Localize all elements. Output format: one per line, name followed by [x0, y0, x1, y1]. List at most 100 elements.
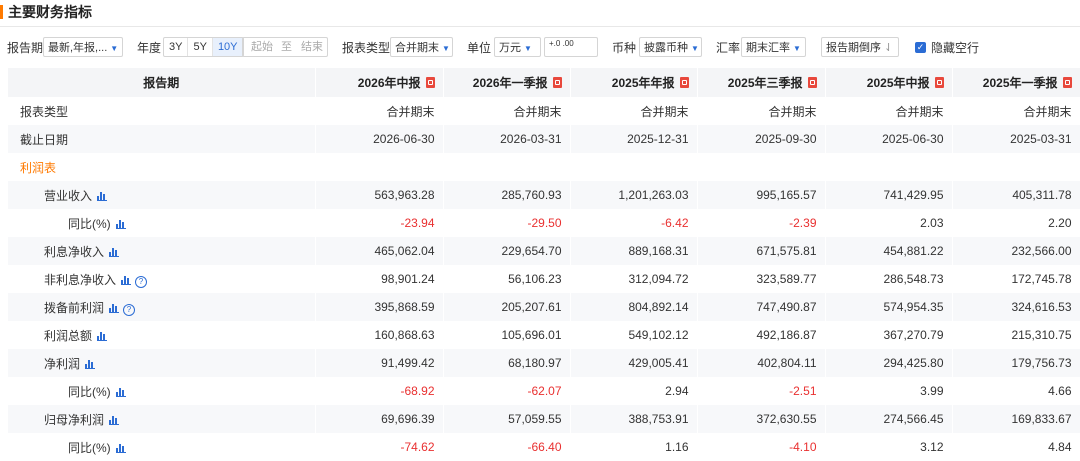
pdf-icon[interactable]: [679, 77, 689, 88]
table-cell: -2.51: [697, 377, 826, 405]
row-label: 净利润: [44, 356, 81, 371]
table-cell: 323,589.77: [697, 265, 826, 293]
table-cell: 372,630.55: [697, 405, 826, 433]
table-cell: 215,310.75: [952, 321, 1080, 349]
bar-chart-icon[interactable]: [97, 191, 108, 201]
table-cell: 4.84: [952, 433, 1080, 461]
caret-down-icon: ▼: [442, 44, 450, 53]
table-cell: 367,270.79: [825, 321, 953, 349]
bar-chart-icon[interactable]: [115, 387, 126, 397]
currency-select[interactable]: 披露币种 ▼: [639, 37, 702, 57]
caret-down-icon: ▼: [793, 44, 801, 53]
year-option-5y[interactable]: 5Y: [188, 38, 213, 56]
table-cell: 454,881.22: [825, 237, 953, 265]
pdf-icon[interactable]: [425, 77, 435, 88]
table-row: 拨备前利润? 395,868.59 205,207.61 804,892.14 747,…: [8, 293, 1080, 321]
row-label-cell: 归母净利润: [8, 405, 316, 433]
table-cell: 274,566.45: [825, 405, 953, 433]
column-label: 2025年中报: [866, 76, 930, 90]
table-cell: [570, 153, 698, 181]
table-cell: [825, 153, 953, 181]
table-cell: 312,094.72: [570, 265, 698, 293]
table-cell: -6.42: [570, 209, 698, 237]
bar-chart-icon[interactable]: [115, 219, 126, 229]
table-cell: 492,186.87: [697, 321, 826, 349]
table-cell: 3.12: [825, 433, 953, 461]
table-cell: 549,102.12: [570, 321, 698, 349]
row-label: 截止日期: [20, 132, 69, 147]
table-cell: -29.50: [443, 209, 571, 237]
year-range-input[interactable]: 起始 至 结束: [242, 37, 328, 57]
pdf-icon[interactable]: [1062, 77, 1072, 88]
table-cell: 2025-12-31: [570, 125, 698, 153]
bar-chart-icon[interactable]: [97, 331, 108, 341]
sort-button[interactable]: 报告期倒序 ⇃: [821, 37, 899, 57]
table-row: 同比(%) -74.62 -66.40 1.16 -4.10 3.12 4.84: [8, 433, 1080, 461]
unit-value: 万元: [499, 42, 521, 54]
report-type-select[interactable]: 合并期末 ▼: [390, 37, 453, 57]
table-row: 报表类型 合并期末 合并期末 合并期末 合并期末 合并期末 合并期末: [8, 97, 1080, 125]
row-label: 拨备前利润: [44, 300, 105, 315]
table-cell: 388,753.91: [570, 405, 698, 433]
decimal-adjust-button[interactable]: +.0 .00: [544, 37, 598, 57]
row-label: 报表类型: [20, 104, 69, 119]
year-segment: 3Y 5Y 10Y: [163, 37, 244, 57]
table-cell: 合并期末: [443, 97, 571, 125]
table-cell: 合并期末: [825, 97, 953, 125]
help-icon[interactable]: ?: [123, 303, 136, 316]
currency-value: 披露币种: [644, 42, 688, 54]
row-label: 利润总额: [44, 328, 93, 343]
bar-chart-icon[interactable]: [109, 303, 120, 313]
report-period-select[interactable]: 最新,年报,... ▼: [43, 37, 123, 57]
table-row: 截止日期 2026-06-30 2026-03-31 2025-12-31 2025-0…: [8, 125, 1080, 153]
table-cell: -68.92: [315, 377, 444, 405]
row-label: 营业收入: [44, 188, 93, 203]
table-cell: 429,005.41: [570, 349, 698, 377]
exchange-select[interactable]: 期末汇率 ▼: [741, 37, 806, 57]
toolbar: 报告期 最新,年报,... ▼ 年度 3Y 5Y 10Y 起始 至 结束 报表类型…: [0, 36, 1080, 60]
table-cell: 合并期末: [570, 97, 698, 125]
table-cell: 2.94: [570, 377, 698, 405]
header-column[interactable]: 2025年一季报: [952, 68, 1080, 97]
pdf-icon[interactable]: [807, 77, 817, 88]
year-option-3y[interactable]: 3Y: [164, 38, 189, 56]
row-label-cell: 报表类型: [8, 97, 316, 125]
row-label-cell: 同比(%): [8, 433, 316, 461]
table-cell: [952, 153, 1080, 181]
header-column[interactable]: 2025年中报: [825, 68, 953, 97]
help-icon[interactable]: ?: [135, 275, 148, 288]
table-cell: 995,165.57: [697, 181, 826, 209]
table-cell: 179,756.73: [952, 349, 1080, 377]
row-label: 同比(%): [68, 384, 111, 399]
table-row: 同比(%) -23.94 -29.50 -6.42 -2.39 2.03 2.20: [8, 209, 1080, 237]
header-column[interactable]: 2025年三季报: [697, 68, 826, 97]
year-label: 年度: [137, 41, 162, 55]
pdf-icon[interactable]: [552, 77, 562, 88]
row-label: 归母净利润: [44, 412, 105, 427]
table-cell: 2025-09-30: [697, 125, 826, 153]
table-header-row: 报告期 2026年中报 2026年一季报 2025年年报 2025年三季报 20…: [8, 68, 1080, 97]
hide-empty-checkbox[interactable]: ✓: [915, 42, 926, 53]
table-cell: 405,311.78: [952, 181, 1080, 209]
report-type-value: 合并期末: [395, 42, 439, 54]
header-column[interactable]: 2025年年报: [570, 68, 698, 97]
caret-down-icon: ▼: [524, 44, 532, 53]
report-period-value: 最新,年报,...: [48, 42, 108, 54]
pdf-icon[interactable]: [934, 77, 944, 88]
table-cell: [315, 153, 444, 181]
exchange-value: 期末汇率: [746, 42, 790, 54]
header-column[interactable]: 2026年一季报: [443, 68, 571, 97]
table-cell: 232,566.00: [952, 237, 1080, 265]
unit-label: 单位: [467, 41, 492, 55]
unit-select[interactable]: 万元 ▼: [494, 37, 541, 57]
bar-chart-icon[interactable]: [109, 415, 120, 425]
hide-empty-label: 隐藏空行: [931, 41, 980, 55]
year-option-10y[interactable]: 10Y: [212, 38, 243, 56]
header-column[interactable]: 2026年中报: [315, 68, 444, 97]
bar-chart-icon[interactable]: [121, 275, 132, 285]
bar-chart-icon[interactable]: [109, 247, 120, 257]
table-cell: 741,429.95: [825, 181, 953, 209]
bar-chart-icon[interactable]: [85, 359, 96, 369]
table-cell: 2.20: [952, 209, 1080, 237]
bar-chart-icon[interactable]: [115, 443, 126, 453]
